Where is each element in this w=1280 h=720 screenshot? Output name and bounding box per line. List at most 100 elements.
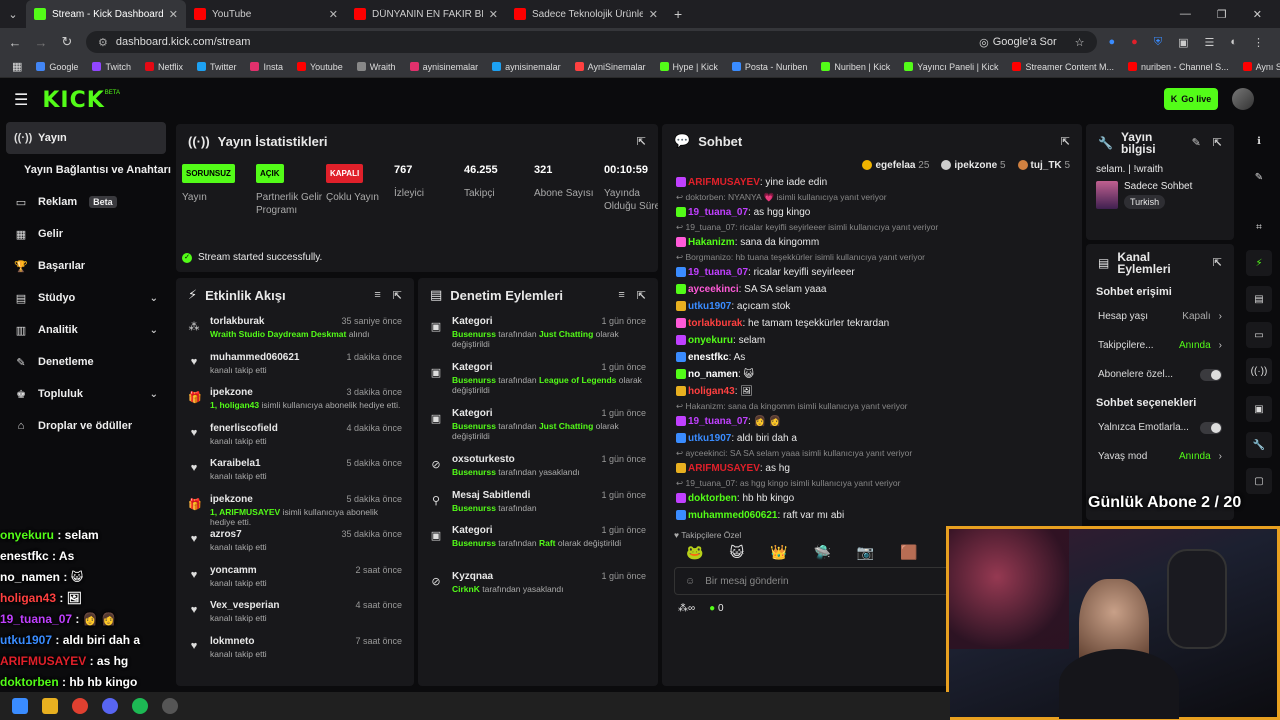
popout-icon[interactable]: ⇱ <box>637 289 646 302</box>
chat-input[interactable]: ☺ Bir mesaj gönderin <box>674 567 954 595</box>
channel-icon[interactable]: ▣ <box>1246 396 1272 422</box>
chat-username[interactable]: muhammed060621 <box>688 510 778 521</box>
chat-username[interactable]: ARIFMUSAYEV <box>688 463 760 474</box>
file-explorer-icon[interactable] <box>42 698 58 714</box>
bookmark-item[interactable]: Yayıncı Paneli | Kick <box>904 62 998 72</box>
moderator-name[interactable]: CirknK <box>452 584 480 594</box>
popout-icon[interactable]: ⇱ <box>1213 257 1222 269</box>
filter-icon[interactable]: ≡ <box>618 289 624 302</box>
popout-icon[interactable]: ⇱ <box>1213 137 1222 149</box>
chat-username[interactable]: ARIFMUSAYEV <box>688 177 760 188</box>
profile-icon[interactable]: ◐ <box>1230 36 1237 49</box>
reload-icon[interactable]: ↻ <box>60 34 74 50</box>
close-tab-icon[interactable]: ✕ <box>169 8 178 21</box>
forward-icon[interactable]: → <box>34 35 48 50</box>
channel-setting-row[interactable]: Abonelere özel... <box>1086 360 1234 389</box>
top-gifter[interactable]: ipekzone 5 <box>941 160 1006 171</box>
minimize-icon[interactable]: — <box>1180 8 1191 21</box>
top-gifter[interactable]: egefelaa 25 <box>862 160 929 171</box>
settings-icon[interactable]: ⁂∞ <box>678 603 695 614</box>
moderator-name[interactable]: Busenurss <box>452 503 496 513</box>
chat-username[interactable]: 19_tuana_07 <box>688 207 748 218</box>
broadcast-icon[interactable]: ((·)) <box>1246 358 1272 384</box>
apps-icon[interactable]: ▦ <box>12 60 22 73</box>
activity-user[interactable]: azros7 <box>210 529 242 540</box>
browser-tab[interactable]: Stream - Kick Dashboard ✕ <box>26 0 186 28</box>
chat-username[interactable]: torlakburak <box>688 318 742 329</box>
moderator-name[interactable]: Busenurss <box>452 375 496 385</box>
close-tab-icon[interactable]: ✕ <box>329 8 338 21</box>
emote-icon[interactable]: 🛸 <box>813 544 830 561</box>
extension-icon[interactable]: ● <box>1109 36 1116 49</box>
channel-setting-row[interactable]: Hesap yaşı Kapalı › <box>1086 302 1234 331</box>
bookmark-item[interactable]: Insta <box>250 62 283 72</box>
activity-user[interactable]: fenerliscofield <box>210 423 278 434</box>
bookmark-item[interactable]: Twitch <box>92 62 131 72</box>
sidebar-item[interactable]: ▥ Analitik ⌄ <box>0 314 172 346</box>
sidebar-item[interactable]: ▭ Reklam Beta <box>0 186 172 218</box>
moderator-name[interactable]: Busenurss <box>452 538 496 548</box>
emoji-icon[interactable]: ☺ <box>685 576 695 587</box>
activity-user[interactable]: ipekzone <box>210 387 253 398</box>
puzzle-icon[interactable]: ▣ <box>1178 36 1188 49</box>
bookmark-item[interactable]: Twitter <box>196 62 236 72</box>
crop-icon[interactable]: ⌗ <box>1246 214 1272 240</box>
sidebar-item[interactable]: ((·)) Yayın <box>6 122 166 154</box>
menu-icon[interactable]: ⋮ <box>1253 36 1264 49</box>
activity-user[interactable]: torlakburak <box>210 316 264 327</box>
maximize-icon[interactable]: ❐ <box>1217 8 1227 21</box>
shield-icon[interactable]: ⛨ <box>1154 36 1162 49</box>
chat-username[interactable]: enestfkc <box>688 352 729 363</box>
sidebar-item[interactable]: ▦ Gelir <box>0 218 172 250</box>
sidebar-item[interactable]: ♚ Topluluk ⌄ <box>0 378 172 410</box>
bookmark-item[interactable]: nuriben - Channel S... <box>1128 62 1229 72</box>
kick-logo[interactable]: KICK <box>42 88 104 113</box>
toggle-switch[interactable] <box>1200 368 1222 381</box>
chat-username[interactable]: no_namen <box>688 369 738 380</box>
bookmark-item[interactable]: Posta - Nuriben <box>731 62 807 72</box>
chat-username[interactable]: Hakanizm <box>688 237 735 248</box>
chat-username[interactable]: 19_tuana_07 <box>688 416 748 427</box>
go-live-button[interactable]: K Go live <box>1164 88 1218 110</box>
channel-setting-row[interactable]: Yavaş mod Anında › <box>1086 442 1234 471</box>
spotify-icon[interactable] <box>132 698 148 714</box>
pen-icon[interactable]: ✎ <box>1246 164 1272 190</box>
media-icon[interactable]: ☰ <box>1204 36 1214 49</box>
bookmark-item[interactable]: Google <box>36 62 78 72</box>
hamburger-menu-icon[interactable]: ☰ <box>14 90 28 110</box>
chevron-down-icon[interactable]: ⌄ <box>150 293 158 304</box>
bookmark-item[interactable]: aynisinemalar <box>492 62 561 72</box>
category-name[interactable]: Sadece Sohbet <box>1124 181 1192 192</box>
google-lens-button[interactable]: ◎ Google'a Sor <box>979 36 1056 49</box>
extension-icon[interactable]: ● <box>1131 36 1138 49</box>
lightning-icon[interactable]: ⚡ <box>1246 250 1272 276</box>
top-gifter[interactable]: tuj_TK 5 <box>1017 160 1070 171</box>
bookmark-item[interactable]: Wraith <box>356 62 396 72</box>
bookmark-item[interactable]: Aynı Sinemalar - Ça... <box>1242 62 1280 72</box>
url-field[interactable]: ⚙ dashboard.kick.com/stream ◎ Google'a So… <box>86 31 1097 53</box>
toggle-switch[interactable] <box>1200 421 1222 434</box>
chat-username[interactable]: 19_tuana_07 <box>688 267 748 278</box>
browser-tab[interactable]: DÜNYANIN EN FAKİR BİT PAZAR... ✕ <box>346 0 506 28</box>
chat-bubble-icon[interactable]: ▭ <box>1246 322 1272 348</box>
filter-icon[interactable]: ≡ <box>374 289 380 302</box>
activity-user[interactable]: muhammed060621 <box>210 352 300 363</box>
edit-icon[interactable]: ✎ <box>1192 137 1201 149</box>
popout-icon[interactable]: ⇱ <box>637 135 646 148</box>
moderator-name[interactable]: Busenurss <box>452 467 496 477</box>
windows-start-icon[interactable] <box>12 698 28 714</box>
close-tab-icon[interactable]: ✕ <box>649 8 658 21</box>
back-icon[interactable]: ← <box>8 35 22 50</box>
close-tab-icon[interactable]: ✕ <box>489 8 498 21</box>
chat-username[interactable]: onyekuru <box>688 335 733 346</box>
activity-user[interactable]: lokmneto <box>210 636 254 647</box>
new-tab-button[interactable]: + <box>666 6 690 22</box>
bookmark-item[interactable]: Youtube <box>297 62 343 72</box>
channel-setting-row[interactable]: Takipçilere... Anında › <box>1086 331 1234 360</box>
activity-user[interactable]: ipekzone <box>210 494 253 505</box>
browser-tab[interactable]: YouTube ✕ <box>186 0 346 28</box>
emote-icon[interactable]: 🐸 <box>686 544 703 561</box>
chat-username[interactable]: doktorben <box>688 493 737 504</box>
discord-icon[interactable] <box>102 698 118 714</box>
chat-username[interactable]: ayceekinci <box>688 284 739 295</box>
